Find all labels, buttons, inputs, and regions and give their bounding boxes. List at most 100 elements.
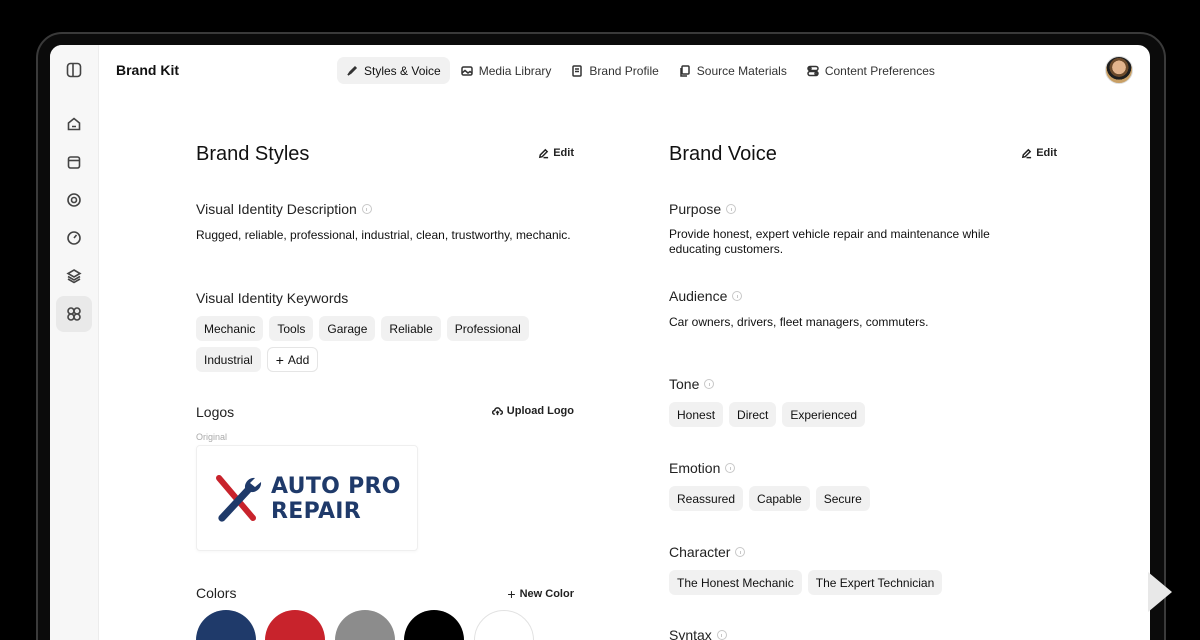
tone-chip[interactable]: Direct: [729, 402, 777, 427]
info-icon[interactable]: [716, 630, 727, 640]
info-icon[interactable]: [361, 204, 372, 214]
edit-label: Edit: [1036, 147, 1057, 159]
emotion-chip[interactable]: Reassured: [669, 486, 744, 511]
audience-text: Car owners, drivers, fleet managers, com…: [669, 315, 929, 329]
character-chip[interactable]: The Expert Technician: [807, 570, 943, 595]
files-icon: [680, 64, 690, 77]
keyword-chip-list: Mechanic Tools Garage Reliable Professio…: [196, 316, 536, 372]
label-text: Purpose: [669, 201, 722, 217]
tab-content-preferences[interactable]: Content Preferences: [798, 57, 944, 84]
add-label: Add: [287, 352, 310, 367]
brand-voice-edit-button[interactable]: Edit: [1021, 147, 1057, 159]
tab-media-library[interactable]: Media Library: [452, 57, 561, 84]
brand-voice-title: Brand Voice: [669, 143, 777, 165]
avatar[interactable]: [1105, 56, 1133, 84]
brand-kit-icon[interactable]: [56, 296, 92, 332]
tab-bar: Styles & Voice Media Library Brand Profi…: [337, 57, 944, 84]
add-keyword-button[interactable]: + Add: [266, 347, 319, 372]
color-swatch-white[interactable]: [474, 610, 534, 640]
keyword-chip[interactable]: Industrial: [196, 347, 261, 372]
coin-icon[interactable]: [56, 182, 92, 218]
tab-label: Brand Profile: [589, 63, 659, 78]
tab-brand-profile[interactable]: Brand Profile: [562, 57, 667, 84]
plus-icon: +: [507, 586, 516, 602]
home-icon[interactable]: [56, 106, 92, 142]
syntax-label: Syntax: [669, 627, 727, 640]
upload-logo-button[interactable]: Upload Logo: [491, 405, 574, 417]
tab-label: Styles & Voice: [364, 63, 441, 78]
character-chip-list: The Honest Mechanic The Expert Technicia…: [669, 570, 943, 595]
document-icon: [572, 64, 583, 77]
label-text: Character: [669, 544, 731, 560]
toggles-icon: [807, 65, 819, 76]
logo-text-line1: AUTO PRO: [271, 474, 401, 499]
info-icon[interactable]: [726, 204, 737, 214]
emotion-chip-list: Reassured Capable Secure: [669, 486, 870, 511]
character-chip[interactable]: The Honest Mechanic: [669, 570, 802, 595]
layers-icon[interactable]: [56, 258, 92, 294]
emotion-label: Emotion: [669, 460, 736, 476]
label-text: Tone: [669, 376, 700, 392]
pencil-icon: [1022, 148, 1032, 158]
sidebar: [50, 45, 99, 640]
tone-chip-list: Honest Direct Experienced: [669, 402, 866, 427]
app-title: Brand Kit: [116, 62, 179, 78]
label-text: Audience: [669, 288, 728, 304]
panel-toggle-icon[interactable]: [56, 52, 92, 88]
top-header: Brand Kit Styles & Voice Media Library B…: [99, 45, 1150, 95]
cursor-pointer-icon: [1148, 572, 1172, 612]
pencil-icon: [539, 148, 549, 158]
keyword-chip[interactable]: Tools: [269, 316, 314, 341]
keyword-chip[interactable]: Reliable: [381, 316, 441, 341]
purpose-label: Purpose: [669, 201, 737, 217]
purpose-text: Provide honest, expert vehicle repair an…: [669, 227, 990, 256]
emotion-chip[interactable]: Capable: [749, 486, 810, 511]
tone-chip[interactable]: Honest: [669, 402, 724, 427]
colors-label: Colors: [196, 585, 237, 601]
logos-label: Logos: [196, 404, 235, 420]
emotion-chip[interactable]: Secure: [815, 486, 870, 511]
label-text: Emotion: [669, 460, 721, 476]
info-icon[interactable]: [732, 291, 743, 301]
keyword-chip[interactable]: Garage: [319, 316, 376, 341]
original-logo-label: Original: [196, 432, 228, 442]
new-color-label: New Color: [519, 588, 574, 600]
cloud-upload-icon: [491, 406, 503, 415]
app-window: Brand Kit Styles & Voice Media Library B…: [50, 45, 1150, 640]
wrench-screwdriver-logo-icon: [216, 475, 262, 522]
tone-chip[interactable]: Experienced: [782, 402, 866, 427]
color-swatch-red[interactable]: [265, 610, 325, 640]
label-text: Syntax: [669, 627, 712, 640]
info-icon[interactable]: [704, 379, 715, 389]
upload-logo-label: Upload Logo: [506, 405, 574, 417]
info-icon[interactable]: [735, 547, 746, 557]
gauge-icon[interactable]: [56, 220, 92, 256]
new-color-button[interactable]: + New Color: [507, 586, 574, 602]
image-icon: [460, 65, 473, 76]
keyword-chip[interactable]: Mechanic: [196, 316, 264, 341]
brand-styles-title: Brand Styles: [196, 143, 310, 165]
info-icon[interactable]: [725, 463, 736, 473]
logo-preview-card[interactable]: AUTO PRO REPAIR: [196, 445, 418, 551]
brush-icon: [347, 65, 358, 76]
plus-icon: +: [275, 351, 284, 368]
keyword-chip[interactable]: Professional: [446, 316, 529, 341]
visual-identity-keywords-label: Visual Identity Keywords: [196, 290, 349, 306]
tab-styles-voice[interactable]: Styles & Voice: [337, 57, 450, 84]
tone-label: Tone: [669, 376, 715, 392]
calendar-icon[interactable]: [56, 144, 92, 180]
tab-label: Media Library: [478, 63, 552, 78]
logo-text-line2: REPAIR: [271, 499, 362, 524]
audience-label: Audience: [669, 288, 743, 304]
character-label: Character: [669, 544, 746, 560]
visual-identity-description-label: Visual Identity Description: [196, 201, 372, 217]
visual-identity-description-text: Rugged, reliable, professional, industri…: [196, 228, 571, 242]
label-text: Visual Identity Description: [196, 201, 357, 217]
color-swatch-navy[interactable]: [196, 610, 256, 640]
tab-label: Source Materials: [696, 63, 787, 78]
tab-label: Content Preferences: [824, 63, 935, 78]
color-swatch-black[interactable]: [404, 610, 464, 640]
brand-styles-edit-button[interactable]: Edit: [538, 147, 574, 159]
color-swatch-gray[interactable]: [335, 610, 395, 640]
tab-source-materials[interactable]: Source Materials: [670, 57, 796, 84]
